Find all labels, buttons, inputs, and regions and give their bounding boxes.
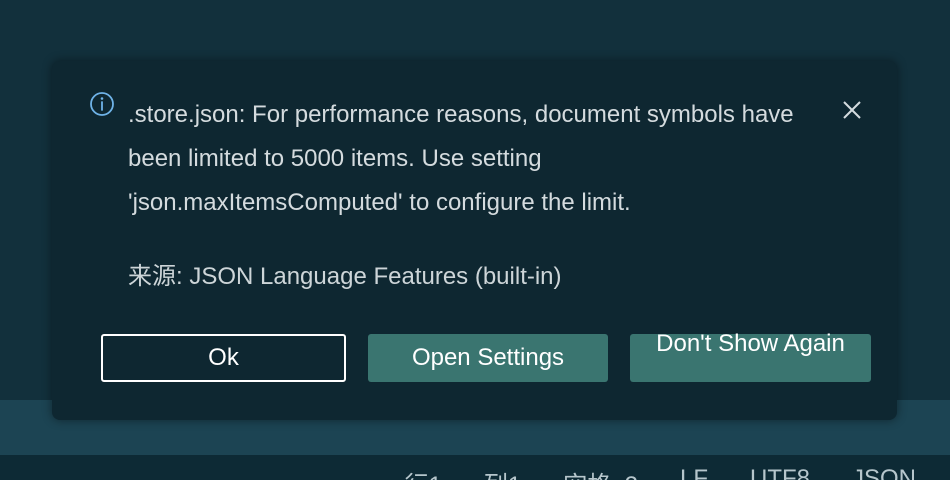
status-indentation[interactable]: 空格: 2 (563, 465, 638, 480)
info-icon (90, 92, 114, 116)
dont-show-again-button[interactable]: Don't Show Again (630, 330, 871, 382)
close-icon[interactable] (839, 97, 865, 123)
status-bar-items: 行1 列1 空格: 2 LF UTF8 JSON (405, 465, 916, 480)
open-settings-button[interactable]: Open Settings (368, 334, 608, 382)
status-eol[interactable]: LF (680, 465, 708, 480)
notification-message: .store.json: For performance reasons, do… (128, 101, 794, 216)
notification-source: 来源: JSON Language Features (built-in) (128, 263, 562, 290)
status-column[interactable]: 列1 (484, 465, 521, 480)
status-language[interactable]: JSON (852, 465, 916, 480)
ok-button[interactable]: Ok (101, 334, 346, 382)
dont-show-again-label: Don't Show Again (656, 330, 845, 357)
status-encoding[interactable]: UTF8 (750, 465, 810, 480)
status-bar: 行1 列1 空格: 2 LF UTF8 JSON (0, 455, 950, 480)
notification-toast: .store.json: For performance reasons, do… (52, 61, 897, 420)
status-line[interactable]: 行1 (405, 465, 442, 480)
